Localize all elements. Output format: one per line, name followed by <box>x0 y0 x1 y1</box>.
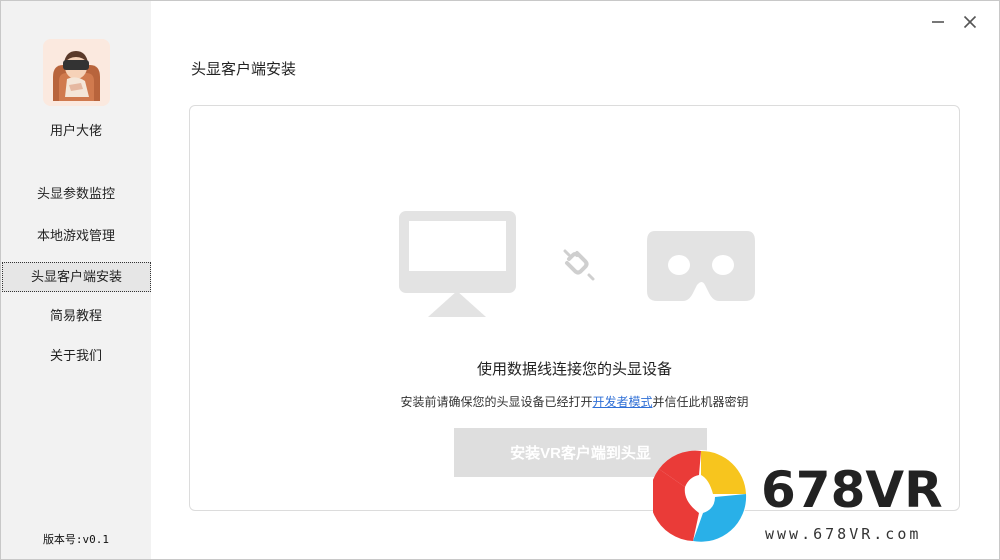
monitor-icon <box>399 211 516 317</box>
connect-description: 安装前请确保您的头显设备已经打开开发者模式并信任此机器密钥 <box>190 393 959 410</box>
watermark: 678VR www.678VR.com <box>649 449 963 549</box>
watermark-url: www.678VR.com <box>765 525 921 543</box>
username: 用户大佬 <box>49 124 102 139</box>
desc-text-after: 并信任此机器密钥 <box>652 395 749 409</box>
sidebar-item-tutorial[interactable]: 简易教程 <box>1 302 151 332</box>
watermark-brand: 678VR <box>761 461 943 519</box>
sidebar-item-headset-monitor[interactable]: 头显参数监控 <box>1 180 151 210</box>
page-title: 头显客户端安装 <box>191 60 297 78</box>
minimize-icon[interactable] <box>929 13 947 31</box>
sidebar-item-client-install[interactable]: 头显客户端安装 <box>2 262 151 292</box>
watermark-logo-icon: 678VR www.678VR.com <box>649 450 943 543</box>
desc-text-before: 安装前请确保您的头显设备已经打开 <box>400 395 593 409</box>
connection-illustration <box>399 211 755 317</box>
app-window: 用户大佬 头显参数监控 本地游戏管理 头显客户端安装 简易教程 关于我们 版本号… <box>0 0 1000 560</box>
sidebar: 用户大佬 头显参数监控 本地游戏管理 头显客户端安装 简易教程 关于我们 版本号… <box>1 1 151 559</box>
connect-title: 使用数据线连接您的头显设备 <box>476 360 672 378</box>
vr-headset-icon <box>647 231 755 301</box>
developer-mode-link[interactable]: 开发者模式 <box>592 395 652 409</box>
close-icon[interactable] <box>961 13 979 31</box>
window-controls <box>929 13 979 31</box>
sidebar-item-about[interactable]: 关于我们 <box>1 342 151 372</box>
version-label: 版本号:v0.1 <box>42 533 110 546</box>
sidebar-item-local-games[interactable]: 本地游戏管理 <box>1 222 151 252</box>
avatar[interactable] <box>43 39 110 106</box>
broken-link-icon <box>563 249 595 281</box>
